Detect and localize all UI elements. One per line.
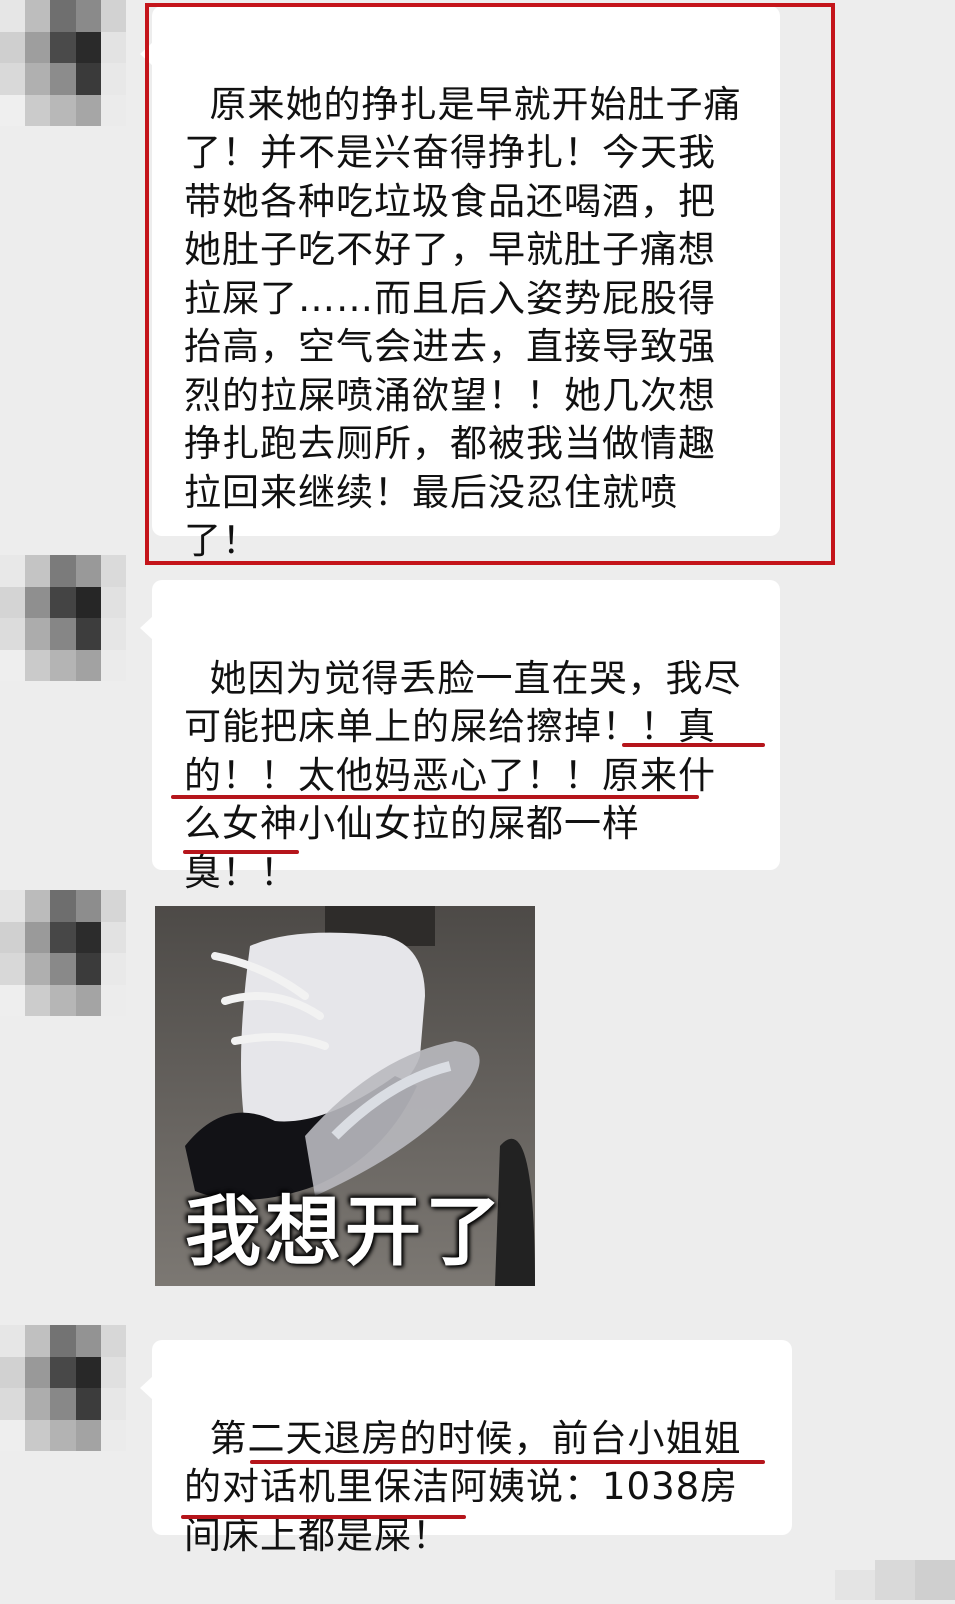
contact-avatar[interactable] bbox=[0, 1325, 126, 1451]
contact-avatar[interactable] bbox=[0, 555, 126, 681]
contact-avatar[interactable] bbox=[0, 890, 126, 1016]
meme-image[interactable]: 我想开了 bbox=[155, 906, 535, 1286]
underline-mark bbox=[181, 1515, 466, 1519]
message-text-4: 第二天退房的时候，前台小姐姐的对话机里保洁阿姨说：1038房间床上都是屎！ bbox=[184, 1416, 742, 1557]
meme-caption: 我想开了 bbox=[185, 1187, 505, 1276]
message-text-2: 她因为觉得丢脸一直在哭，我尽可能把床单上的屎给擦掉！！真的！！太他妈恶心了！！原… bbox=[184, 656, 742, 894]
underline-mark bbox=[171, 795, 699, 799]
underline-mark bbox=[183, 850, 299, 854]
contact-avatar[interactable] bbox=[0, 0, 126, 126]
message-bubble-2[interactable]: 她因为觉得丢脸一直在哭，我尽可能把床单上的屎给擦掉！！真的！！太他妈恶心了！！原… bbox=[140, 580, 780, 894]
blurred-corner bbox=[785, 1540, 955, 1600]
underline-mark bbox=[250, 1460, 765, 1464]
highlight-box bbox=[145, 3, 835, 565]
message-bubble-4[interactable]: 第二天退房的时候，前台小姐姐的对话机里保洁阿姨说：1038房间床上都是屎！ bbox=[140, 1340, 792, 1557]
underline-mark bbox=[622, 743, 765, 747]
